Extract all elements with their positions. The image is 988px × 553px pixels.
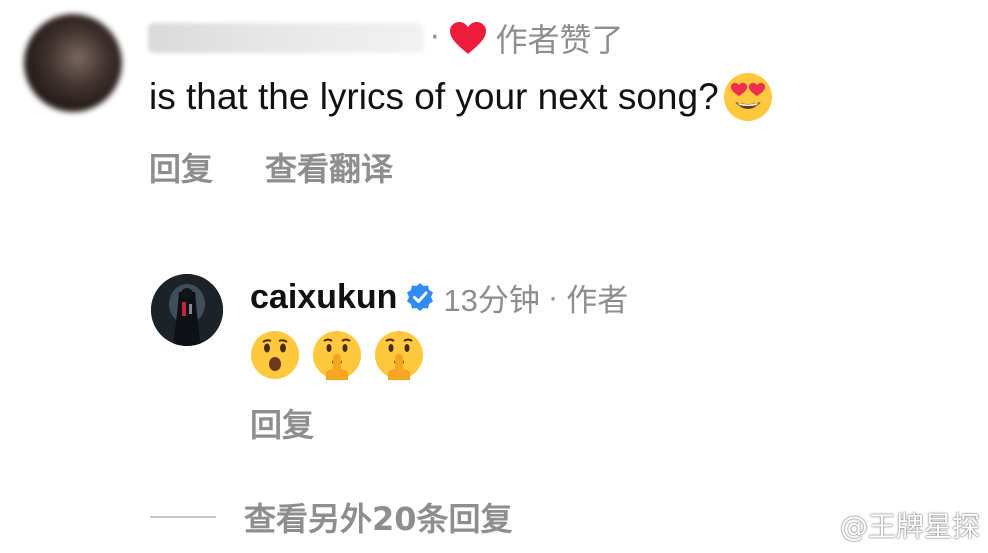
heart-eyes-emoji-icon [723,73,772,121]
reply-button[interactable]: 回复 [250,406,314,444]
comment-text: is that the lyrics of your next song? [149,72,773,122]
meta-separator: · [547,279,559,314]
view-more-replies[interactable]: 查看另外20条回复 [150,494,513,540]
avatar-figure-icon [151,274,223,346]
reply-username[interactable]: caixukun [250,278,397,317]
reply-time: 13分钟 [443,282,540,318]
reply-button[interactable]: 回复 [149,144,213,190]
heart-icon [449,21,486,54]
view-more-divider [150,516,216,518]
meta-separator: · [430,20,440,55]
author-badge: 作者 [566,282,629,318]
watermark-text: @王牌星探 [839,510,980,543]
shushing-face-emoji-icon [375,331,423,380]
verified-badge-icon [407,283,434,311]
face-with-open-mouth-emoji-icon [251,331,299,379]
reply-header: caixukun 13分钟 · 作者 [250,276,628,318]
commenter-username-blurred[interactable] [148,23,424,53]
view-more-replies-label[interactable]: 查看另外20条回复 [244,494,513,540]
reply-actions: 回复 [250,400,314,446]
author-liked-label: 作者赞了 [495,21,624,59]
reply-text [250,330,424,380]
shushing-face-emoji-icon [313,331,361,380]
see-translation-button[interactable]: 查看翻译 [265,144,393,190]
comment-meta: · 作者赞了 [430,18,624,59]
reply-avatar[interactable] [151,274,223,346]
commenter-avatar[interactable] [24,14,122,112]
weibo-logo-icon [796,512,833,540]
comment-body: is that the lyrics of your next song? [149,76,719,117]
comment-actions: 回复 查看翻译 [149,144,393,190]
weibo-watermark: @王牌星探 [796,505,980,545]
